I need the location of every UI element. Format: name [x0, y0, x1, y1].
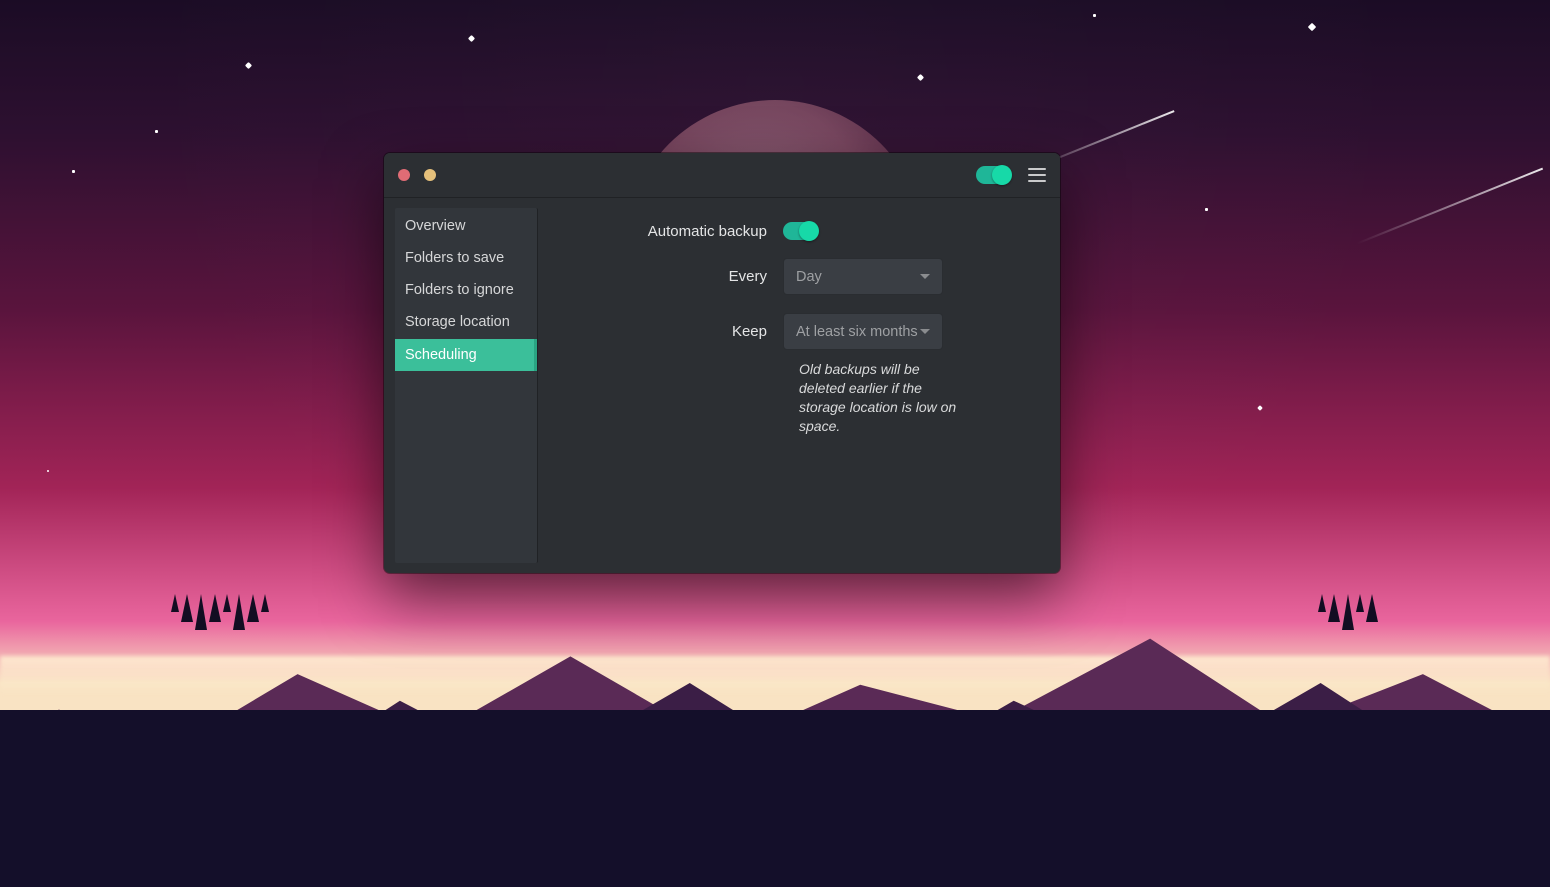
automatic-backup-label: Automatic backup	[558, 223, 783, 240]
chevron-down-icon	[920, 329, 930, 334]
chevron-down-icon	[920, 274, 930, 279]
star-icon	[468, 35, 475, 42]
shooting-star-icon	[1357, 168, 1543, 245]
window-controls	[398, 169, 436, 181]
star-icon	[245, 62, 252, 69]
settings-sidebar: Overview Folders to save Folders to igno…	[395, 208, 538, 563]
sidebar-item-storage-location[interactable]: Storage location	[395, 306, 537, 338]
star-icon	[72, 170, 75, 173]
star-icon	[155, 130, 158, 133]
star-icon	[917, 74, 924, 81]
every-label: Every	[558, 268, 783, 285]
star-icon	[1308, 23, 1316, 31]
keep-label: Keep	[558, 323, 783, 340]
every-value: Day	[796, 269, 920, 285]
global-backup-toggle[interactable]	[976, 166, 1010, 184]
star-icon	[47, 470, 49, 472]
scheduling-pane: Automatic backup Every Day Keep At least…	[538, 198, 1060, 573]
automatic-backup-toggle[interactable]	[783, 222, 817, 240]
keep-value: At least six months	[796, 324, 920, 340]
close-button[interactable]	[398, 169, 410, 181]
sidebar-item-overview[interactable]: Overview	[395, 210, 537, 242]
star-icon	[1205, 208, 1208, 211]
every-dropdown[interactable]: Day	[783, 258, 943, 295]
backup-settings-window: Overview Folders to save Folders to igno…	[384, 153, 1060, 573]
keep-dropdown[interactable]: At least six months	[783, 313, 943, 350]
toggle-knob-icon	[799, 221, 819, 241]
sidebar-item-folders-to-ignore[interactable]: Folders to ignore	[395, 274, 537, 306]
keep-help-text: Old backups will be deleted earlier if t…	[799, 360, 969, 436]
titlebar	[384, 153, 1060, 198]
star-icon	[1093, 14, 1096, 17]
sidebar-item-folders-to-save[interactable]: Folders to save	[395, 242, 537, 274]
star-icon	[1257, 405, 1263, 411]
hamburger-menu-icon[interactable]	[1028, 168, 1046, 182]
sidebar-item-scheduling[interactable]: Scheduling	[395, 339, 537, 371]
minimize-button[interactable]	[424, 169, 436, 181]
toggle-knob-icon	[992, 165, 1012, 185]
